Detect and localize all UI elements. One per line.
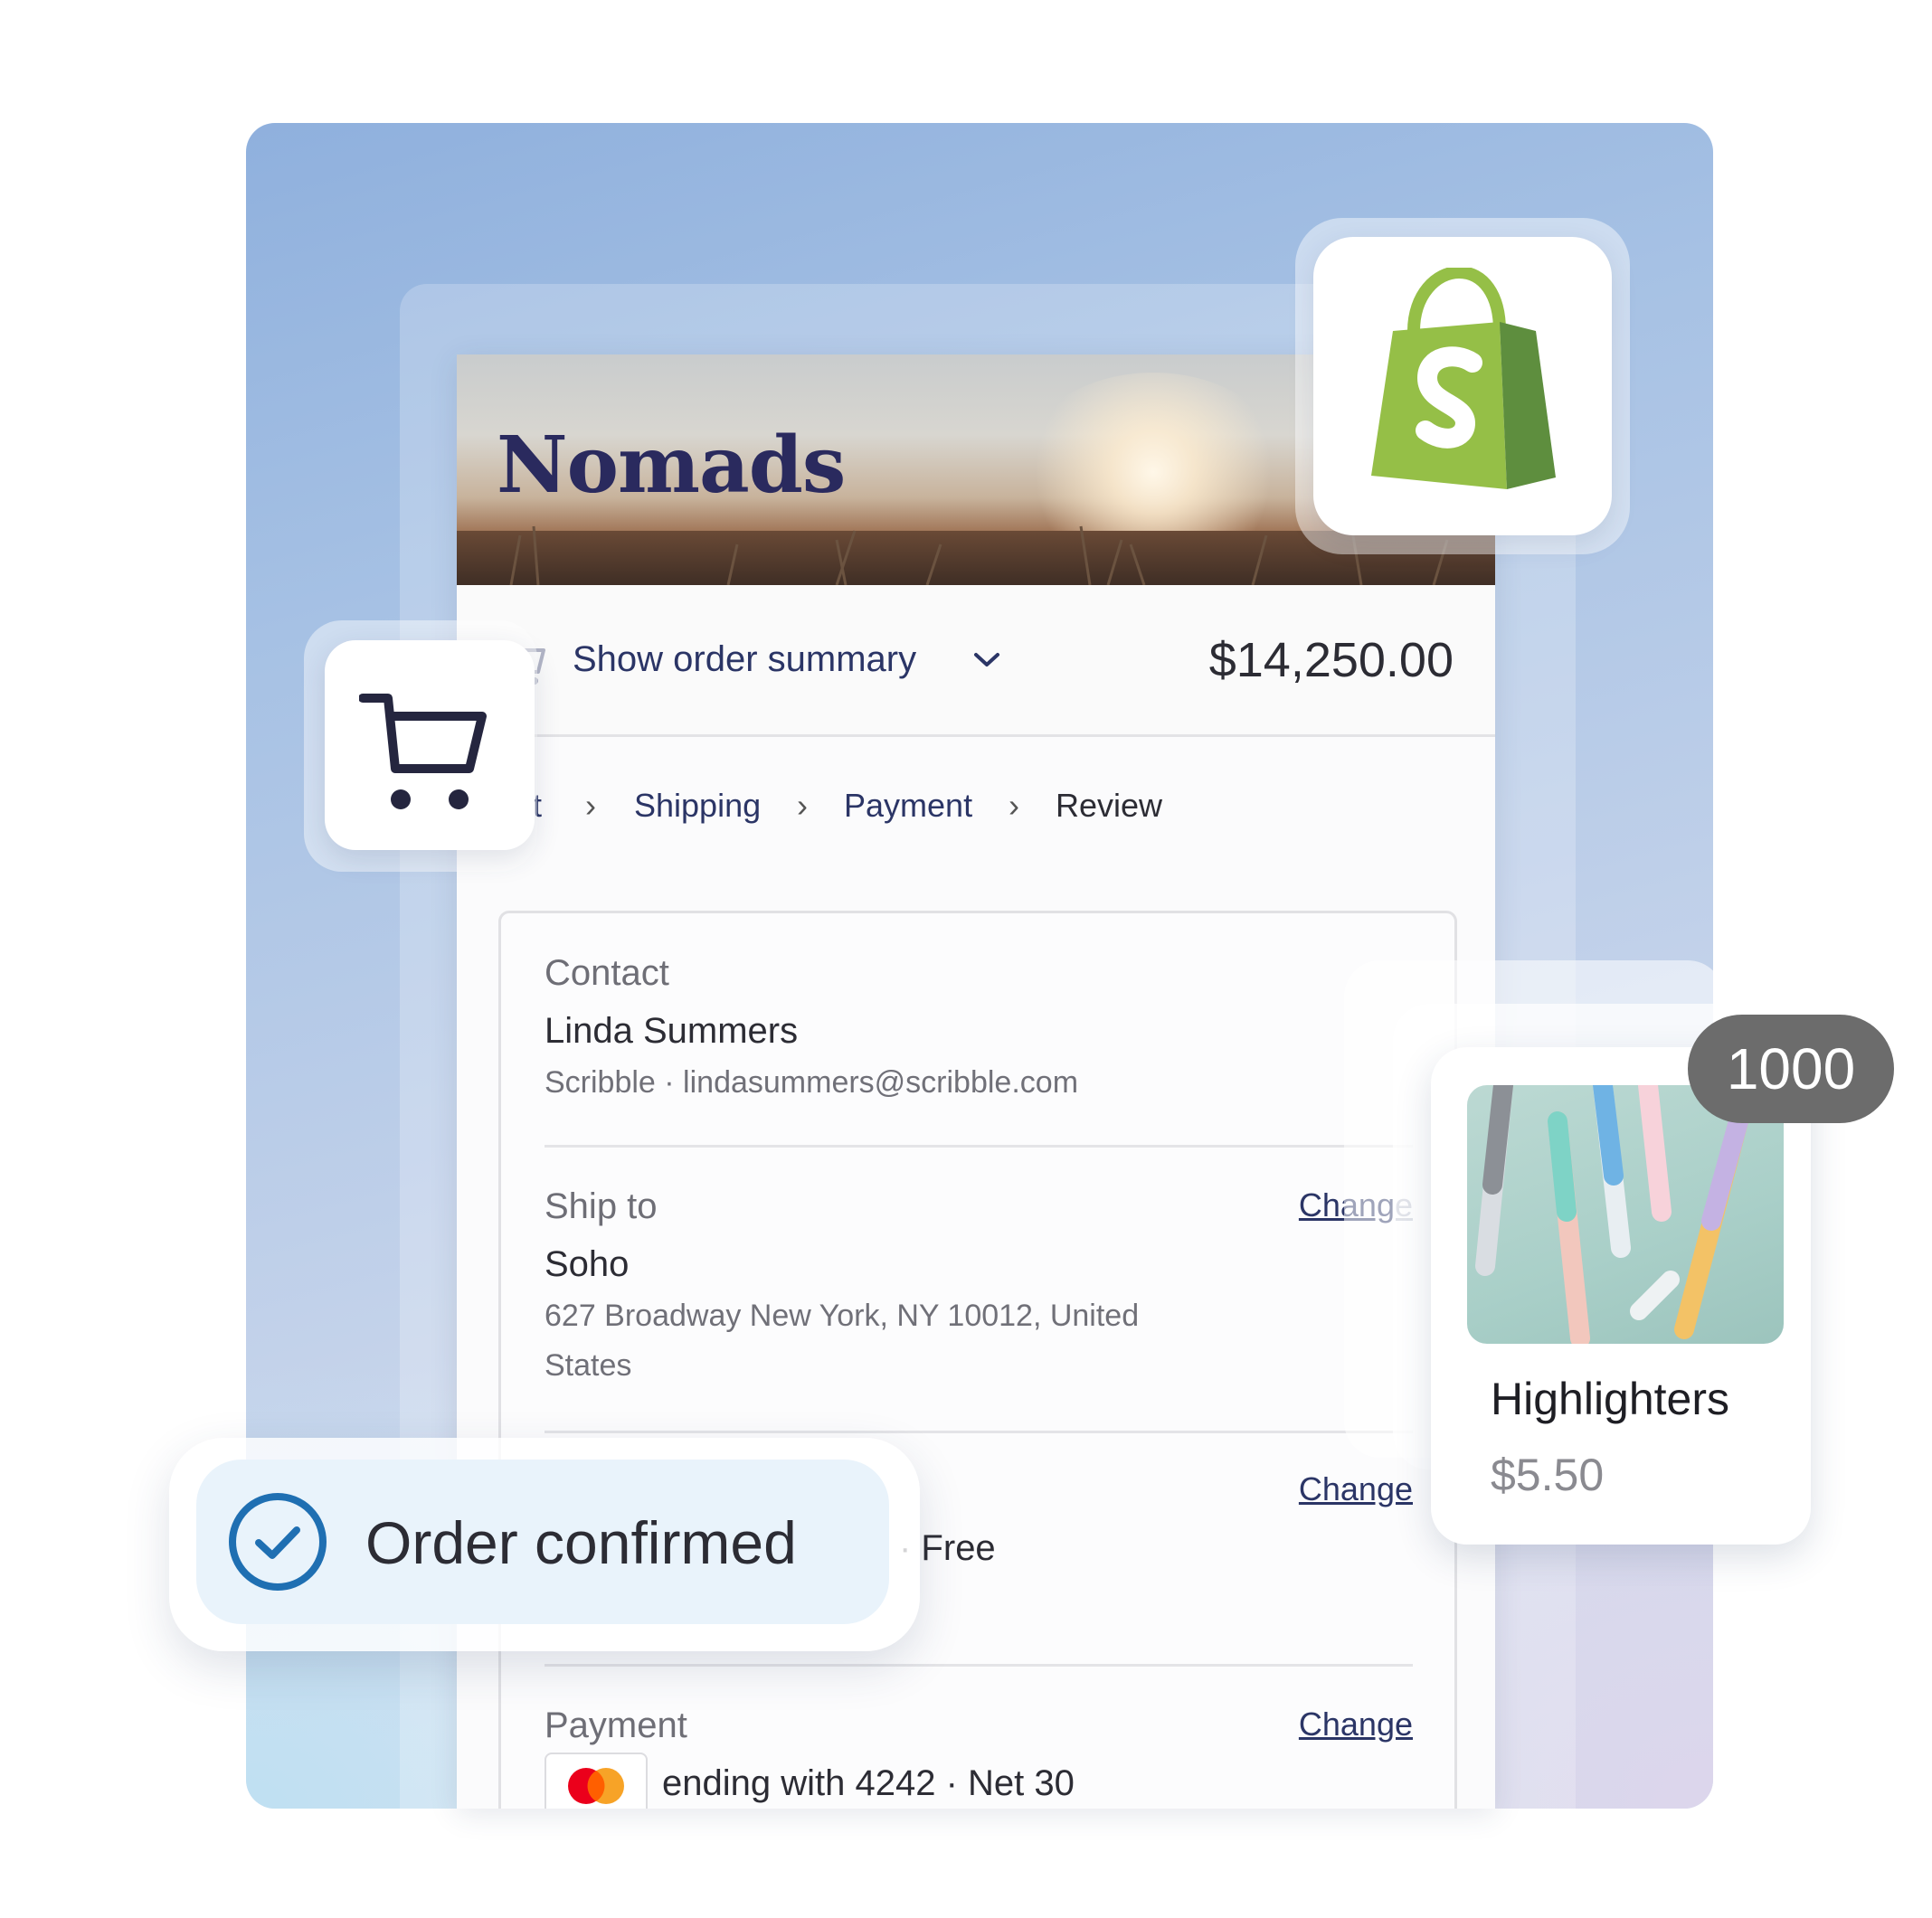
store-name: Nomads: [497, 420, 846, 511]
ship-to-label: Ship to: [545, 1186, 658, 1226]
chevron-down-icon[interactable]: [972, 650, 1001, 670]
breadcrumb: rt › Shipping › Payment › Review: [457, 787, 1495, 832]
payment-change-link[interactable]: Change: [1299, 1705, 1413, 1743]
cart-icon: [359, 694, 487, 809]
breadcrumb-shipping[interactable]: Shipping: [634, 787, 761, 825]
shopify-bag-icon: [1371, 268, 1556, 489]
breadcrumb-payment[interactable]: Payment: [844, 787, 972, 825]
contact-detail: Scribble · lindasummers@scribble.com: [545, 1065, 1079, 1100]
ship-to-name: Soho: [545, 1244, 630, 1284]
payment-detail: ending with 4242 · Net 30: [662, 1763, 1075, 1803]
product-image: [1467, 1085, 1784, 1344]
order-total: $14,250.00: [1208, 633, 1454, 687]
contact-label: Contact: [545, 953, 669, 993]
contact-name: Linda Summers: [545, 1011, 799, 1051]
divider: [545, 1431, 1413, 1433]
ship-to-address: 627 Broadway New York, NY 10012, United …: [545, 1299, 1140, 1383]
shipping-method-change-link[interactable]: Change: [1299, 1470, 1413, 1508]
divider: [545, 1145, 1413, 1148]
product-name: Highlighters: [1491, 1374, 1730, 1424]
divider: [545, 1664, 1413, 1667]
review-card: Contact Linda Summers Scribble · lindasu…: [498, 911, 1457, 1809]
show-order-summary-toggle[interactable]: Show order summary: [573, 639, 916, 680]
mastercard-icon: [545, 1753, 648, 1809]
product-price: $5.50: [1491, 1450, 1605, 1500]
breadcrumb-separator: ›: [797, 787, 808, 824]
cart-badge[interactable]: [325, 640, 535, 850]
breadcrumb-separator: ›: [585, 787, 596, 824]
order-summary-bar[interactable]: Show order summary $14,250.00: [457, 585, 1495, 737]
order-confirmed-text: Order confirmed: [365, 1509, 797, 1576]
shipping-method-detail: · Free: [899, 1528, 996, 1568]
highlighter-pens-illustration: [1475, 1085, 1748, 1344]
shopify-badge: [1313, 237, 1612, 535]
check-circle-icon: [229, 1493, 327, 1591]
breadcrumb-separator: ›: [1009, 787, 1019, 824]
payment-label: Payment: [545, 1705, 687, 1745]
quantity-badge: 1000: [1688, 1015, 1894, 1123]
breadcrumb-review: Review: [1056, 787, 1163, 824]
